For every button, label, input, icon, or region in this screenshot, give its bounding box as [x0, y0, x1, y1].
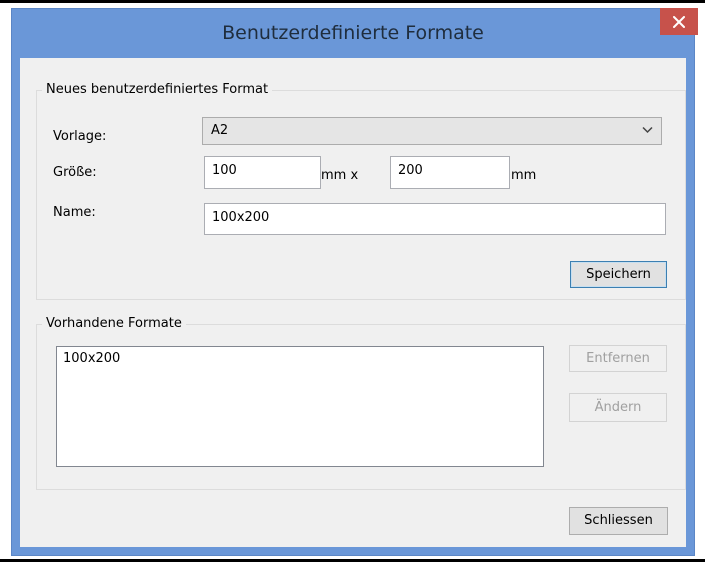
- screen-top-edge: [0, 0, 705, 3]
- size-label: Größe:: [53, 165, 97, 180]
- close-dialog-button[interactable]: Schliessen: [569, 507, 668, 535]
- remove-button[interactable]: Entfernen: [569, 345, 667, 372]
- name-input[interactable]: 100x200: [204, 203, 666, 235]
- close-button[interactable]: [660, 8, 698, 35]
- existing-formats-list[interactable]: 100x200: [56, 346, 544, 467]
- list-item[interactable]: 100x200: [57, 347, 543, 366]
- width-unit-label: mm x: [321, 168, 359, 183]
- title-bar[interactable]: Benutzerdefinierte Formate: [12, 8, 698, 58]
- dialog-title: Benutzerdefinierte Formate: [222, 22, 484, 44]
- template-select[interactable]: A2: [202, 117, 662, 145]
- name-label: Name:: [53, 205, 96, 220]
- edit-button[interactable]: Ändern: [569, 393, 667, 422]
- existing-formats-legend: Vorhandene Formate: [42, 316, 186, 331]
- width-input[interactable]: 100: [204, 156, 321, 189]
- height-input[interactable]: 200: [390, 156, 510, 189]
- height-unit-label: mm: [511, 168, 537, 183]
- template-selected-value: A2: [211, 123, 229, 138]
- save-button[interactable]: Speichern: [570, 261, 667, 288]
- dialog-window: Benutzerdefinierte Formate Neues benutze…: [11, 8, 698, 556]
- template-label: Vorlage:: [53, 129, 107, 144]
- new-format-legend: Neues benutzerdefiniertes Format: [42, 82, 273, 97]
- close-icon: [673, 15, 685, 28]
- chevron-down-icon: [642, 126, 653, 134]
- dialog-client-area: Neues benutzerdefiniertes Format Vorlage…: [20, 58, 686, 547]
